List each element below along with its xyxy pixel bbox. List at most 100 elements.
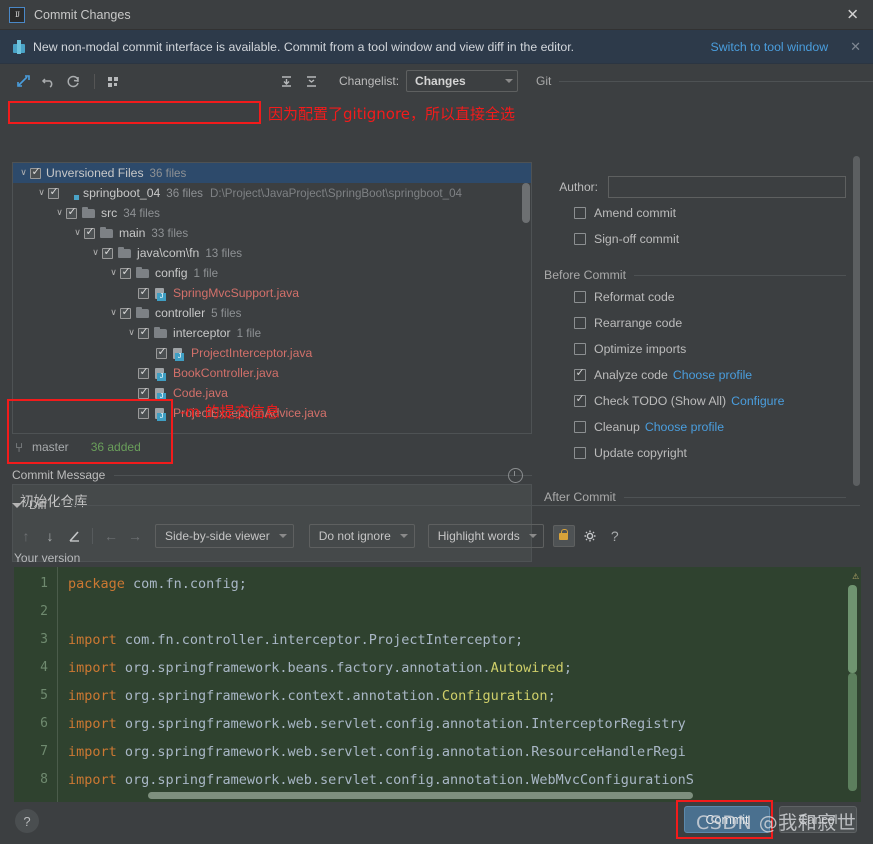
before-commit-option[interactable]: Optimize imports [544,338,862,360]
tree-row[interactable]: ∨ Unversioned Files 36 files [13,163,531,183]
before-commit-option[interactable]: Analyze code Choose profile [544,364,862,386]
chevron-down-icon[interactable]: ∨ [107,268,120,278]
option-checkbox[interactable] [574,393,586,407]
added-count: 36 added [90,440,141,454]
tree-row-checkbox[interactable] [30,166,41,179]
tree-row-checkbox[interactable] [102,246,113,259]
tree-row-checkbox[interactable] [84,226,95,239]
chevron-down-icon [278,534,287,538]
tree-row[interactable]: SpringMvcSupport.java [13,283,531,303]
edit-source-icon[interactable] [62,524,86,548]
tree-row[interactable]: Code.java [13,383,531,403]
tree-row[interactable]: BookController.java [13,363,531,383]
switch-to-tool-window-link[interactable]: Switch to tool window [711,40,829,54]
option-checkbox[interactable] [574,343,586,355]
options-scrollbar[interactable] [853,156,860,486]
refresh-icon[interactable] [62,71,84,91]
tree-row[interactable]: ProjectExceptionAdvice.java [13,403,531,423]
code-line: import org.springframework.web.servlet.c… [68,710,861,738]
previous-difference-icon[interactable]: ↑ [14,524,38,548]
option-link[interactable]: Choose profile [645,420,724,434]
tree-row-checkbox[interactable] [48,186,59,199]
tree-row-checkbox[interactable] [138,286,149,299]
history-clock-icon[interactable] [508,468,523,483]
next-difference-icon[interactable]: ↓ [38,524,62,548]
tree-row[interactable]: ∨ controller 5 files [13,303,531,323]
code-scrollbar-column: ⚠ [843,567,861,802]
show-diff-icon[interactable] [12,71,34,91]
folder-icon [154,326,168,340]
option-checkbox[interactable] [574,233,586,245]
tree-row-checkbox[interactable] [120,266,131,279]
ignore-mode-select[interactable]: Do not ignore [308,524,415,548]
before-commit-option[interactable]: Rearrange code [544,312,862,334]
git-option[interactable]: Sign-off commit [544,228,862,250]
option-checkbox[interactable] [574,367,586,381]
chevron-down-icon[interactable]: ∨ [125,328,138,338]
apply-left-icon[interactable]: ← [99,524,123,548]
ignore-mode-value: Do not ignore [318,529,391,543]
code-token: ; [547,688,556,704]
cancel-button[interactable]: Cancel [779,806,857,833]
option-checkbox[interactable] [574,421,586,433]
changelist-select[interactable]: Changes [406,70,519,92]
chevron-down-icon[interactable]: ∨ [89,248,102,258]
apply-right-icon[interactable]: → [123,524,147,548]
close-icon[interactable]: ✕ [846,7,859,22]
author-input[interactable] [608,176,846,198]
chevron-down-icon[interactable]: ∨ [71,228,84,238]
code-token: ; [563,660,572,676]
chevron-down-icon[interactable]: ∨ [17,168,30,178]
tree-row[interactable]: ∨ java\com\fn 13 files [13,243,531,263]
option-link[interactable]: Configure [731,394,784,408]
question-mark-icon[interactable]: ? [603,524,627,548]
diff-section-header[interactable]: Diff [12,498,860,512]
option-checkbox[interactable] [574,447,586,459]
tree-row[interactable]: ∨ src 34 files [13,203,531,223]
tree-row-checkbox[interactable] [138,386,149,399]
option-link[interactable]: Choose profile [673,368,752,382]
changed-files-tree[interactable]: ∨ Unversioned Files 36 files ∨ springboot_04… [12,162,532,434]
tree-row[interactable]: ∨ springboot_04 36 files D:\Project\JavaPro… [13,183,531,203]
option-checkbox[interactable] [574,207,586,219]
lock-icon[interactable] [552,525,575,547]
gear-icon[interactable] [579,524,603,548]
help-button[interactable]: ? [15,809,39,833]
tree-row[interactable]: ProjectInterceptor.java [13,343,531,363]
tree-row-checkbox[interactable] [120,306,131,319]
before-commit-option[interactable]: Check TODO (Show All) Configure [544,390,862,412]
tree-row-count: 33 files [151,226,189,240]
tree-scrollbar[interactable] [522,183,530,223]
collapse-all-icon[interactable] [300,71,322,91]
chevron-down-icon[interactable]: ∨ [35,188,48,198]
tree-row[interactable]: ∨ config 1 file [13,263,531,283]
tree-row-checkbox[interactable] [66,206,77,219]
chevron-down-icon[interactable]: ∨ [53,208,66,218]
diff-code-view[interactable]: 1 2 3 4 5 6 7 8 package com.fn.config; import co… [14,567,861,802]
before-commit-option[interactable]: Reformat code [544,286,862,308]
tree-row[interactable]: ∨ main 33 files [13,223,531,243]
commit-button[interactable]: Commit [684,806,770,833]
tree-row[interactable]: ∨ interceptor 1 file [13,323,531,343]
banner-close-icon[interactable]: ✕ [850,39,861,55]
option-checkbox[interactable] [574,317,586,329]
option-checkbox[interactable] [574,291,586,303]
code-horizontal-scrollbar[interactable] [148,792,693,799]
folder-icon [136,306,150,320]
highlight-mode-select[interactable]: Highlight words [427,524,544,548]
tree-row-checkbox[interactable] [138,406,149,419]
group-by-icon[interactable] [102,71,124,91]
git-option[interactable]: Amend commit [544,202,862,224]
revert-icon[interactable] [37,71,59,91]
before-commit-option[interactable]: Update copyright [544,442,862,464]
code-vertical-scrollbar[interactable] [848,585,857,673]
code-content[interactable]: package com.fn.config; import com.fn.cont… [58,567,861,802]
tree-row-checkbox[interactable] [156,346,167,359]
chevron-down-icon[interactable]: ∨ [107,308,120,318]
commit-message-label: Commit Message [12,468,106,482]
tree-row-checkbox[interactable] [138,366,149,379]
tree-row-checkbox[interactable] [138,326,149,339]
before-commit-option[interactable]: Cleanup Choose profile [544,416,862,438]
expand-all-icon[interactable] [275,71,297,91]
viewer-mode-select[interactable]: Side-by-side viewer [155,524,294,548]
